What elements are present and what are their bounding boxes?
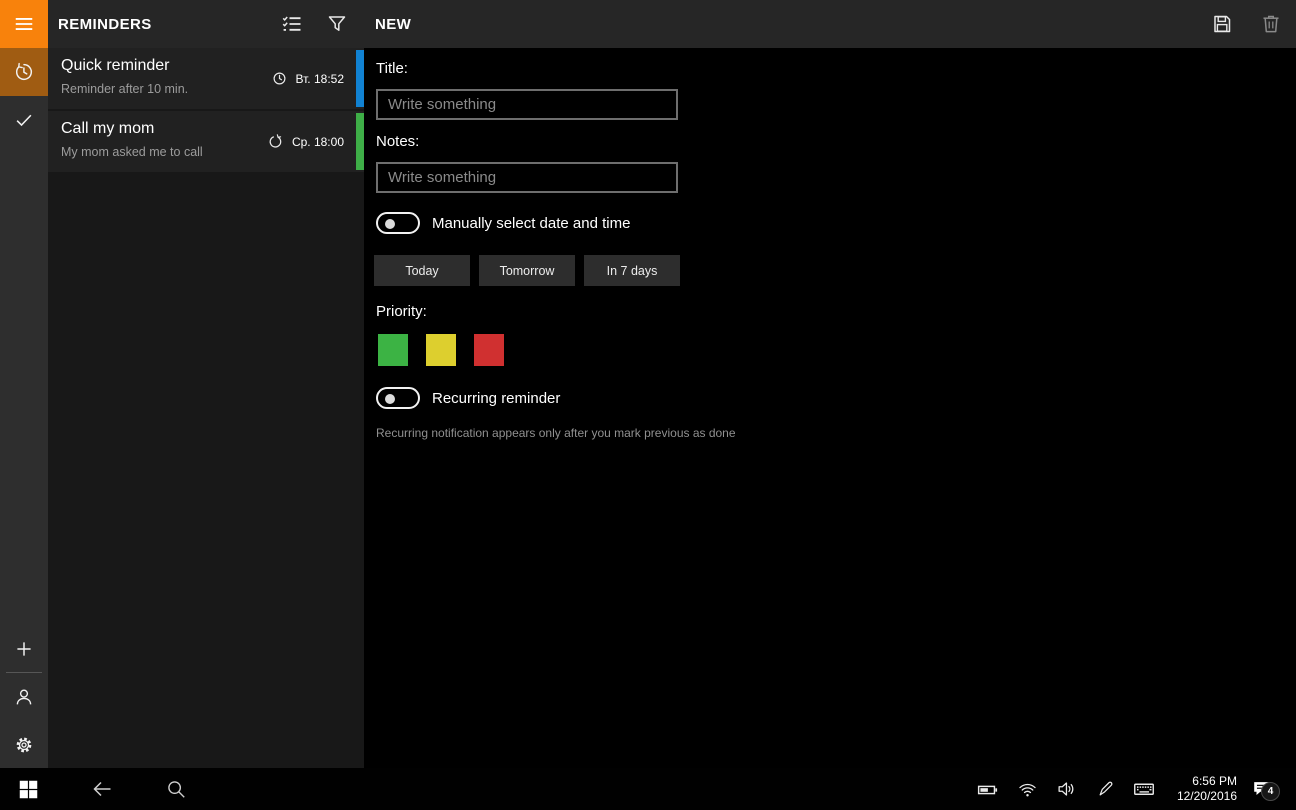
reminder-list-item-call-my-mom[interactable]: Call my mom My mom asked me to call Ср. … [48, 111, 364, 172]
recurring-toggle[interactable] [376, 387, 420, 409]
reminder-accent-bar [356, 113, 364, 170]
windows-logo-icon [18, 779, 39, 800]
back-button[interactable] [84, 768, 120, 810]
history-clock-icon [13, 61, 35, 83]
reminder-meta: Ср. 18:00 [267, 111, 344, 172]
priority-low-swatch[interactable] [378, 334, 408, 366]
gear-icon [13, 734, 35, 756]
volume-tray-button[interactable] [1049, 768, 1083, 810]
reminder-time: Вт. 18:52 [295, 71, 344, 86]
title-label: Title: [376, 60, 408, 77]
priority-high-swatch[interactable] [474, 334, 504, 366]
sidebar-item-active-reminders[interactable] [0, 48, 48, 96]
notes-input[interactable] [376, 162, 678, 193]
hamburger-menu-button[interactable] [0, 0, 48, 48]
reminder-subtitle: My mom asked me to call [61, 145, 203, 159]
filter-button[interactable] [313, 0, 361, 48]
reminder-title: Quick reminder [61, 57, 170, 74]
app-header: REMINDERS NEW [0, 0, 1296, 48]
sidebar-item-settings[interactable] [0, 721, 48, 769]
clock-icon [271, 70, 288, 87]
recurring-label: Recurring reminder [432, 389, 561, 407]
priority-label: Priority: [376, 303, 427, 320]
notification-count-badge: 4 [1261, 782, 1280, 801]
priority-medium-swatch[interactable] [426, 334, 456, 366]
app-title: REMINDERS [58, 15, 152, 33]
hamburger-icon [13, 13, 35, 35]
toggle-knob [385, 394, 395, 404]
reminder-list-item-quick-reminder[interactable]: Quick reminder Reminder after 10 min. Вт… [48, 48, 364, 109]
volume-icon [1055, 778, 1077, 800]
recurring-icon [267, 133, 284, 150]
save-button[interactable] [1198, 0, 1246, 48]
manual-datetime-row: Manually select date and time [376, 212, 630, 234]
title-input[interactable] [376, 89, 678, 120]
battery-icon [976, 778, 999, 801]
today-button[interactable]: Today [374, 255, 470, 286]
reminder-subtitle: Reminder after 10 min. [61, 82, 189, 96]
sidebar-item-account[interactable] [0, 673, 48, 721]
reminder-meta: Вт. 18:52 [271, 48, 344, 109]
page-title: NEW [375, 15, 412, 33]
notes-label: Notes: [376, 133, 420, 150]
priority-swatches [378, 334, 504, 366]
toggle-knob [385, 219, 395, 229]
keyboard-icon [1132, 777, 1156, 801]
keyboard-tray-button[interactable] [1127, 768, 1161, 810]
new-reminder-form: Title: Notes: Manually select date and t… [364, 48, 1296, 768]
reminder-list-panel: Quick reminder Reminder after 10 min. Вт… [48, 48, 364, 768]
save-icon [1210, 12, 1234, 36]
search-button[interactable] [158, 768, 194, 810]
manual-datetime-label: Manually select date and time [432, 214, 631, 232]
person-icon [13, 686, 35, 708]
recurring-row: Recurring reminder [376, 387, 560, 409]
quick-date-buttons: Today Tomorrow In 7 days [374, 255, 680, 286]
back-arrow-icon [90, 777, 114, 801]
manual-datetime-toggle[interactable] [376, 212, 420, 234]
pen-icon [1096, 779, 1116, 799]
taskbar-time: 6:56 PM [1192, 774, 1237, 788]
battery-tray-button[interactable] [970, 768, 1004, 810]
reminder-accent-bar [356, 50, 364, 107]
tomorrow-button[interactable]: Tomorrow [479, 255, 575, 286]
taskbar: 6:56 PM 12/20/2016 [0, 768, 1296, 810]
pen-tray-button[interactable] [1089, 768, 1123, 810]
multiselect-icon [280, 12, 304, 36]
wifi-tray-button[interactable] [1010, 768, 1044, 810]
taskbar-date: 12/20/2016 [1176, 789, 1237, 803]
trash-icon [1259, 12, 1283, 36]
recurring-note: Recurring notification appears only afte… [376, 426, 736, 440]
search-icon [165, 778, 187, 800]
wifi-icon [1017, 779, 1038, 800]
taskbar-clock[interactable]: 6:56 PM 12/20/2016 [1177, 774, 1237, 804]
sidebar-item-add-reminder[interactable] [0, 625, 48, 673]
reminder-time: Ср. 18:00 [291, 134, 344, 149]
start-button[interactable] [8, 768, 48, 810]
multiselect-button[interactable] [268, 0, 316, 48]
reminder-title: Call my mom [61, 120, 155, 137]
delete-button[interactable] [1247, 0, 1295, 48]
nav-sidebar [0, 48, 48, 768]
in-7-days-button[interactable]: In 7 days [584, 255, 680, 286]
checkmark-icon [13, 109, 35, 131]
plus-icon [13, 638, 35, 660]
sidebar-item-completed[interactable] [0, 96, 48, 144]
screen: REMINDERS NEW Quick reminder Reminder af… [0, 0, 1296, 810]
filter-icon [325, 12, 349, 36]
